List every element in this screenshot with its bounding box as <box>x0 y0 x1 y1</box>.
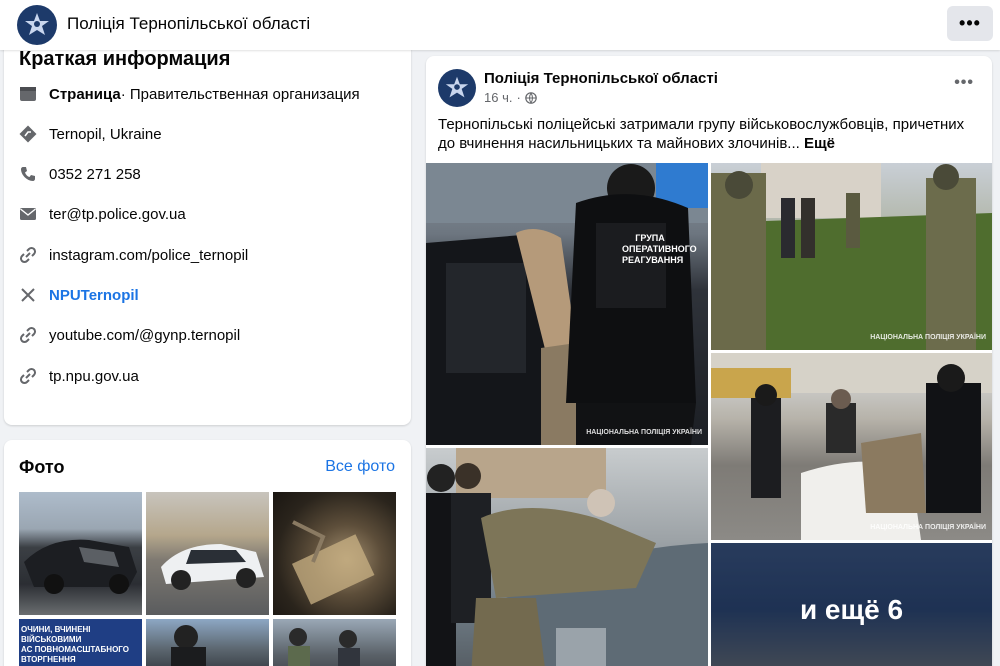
post-author-name[interactable]: Поліція Тернопільської області <box>484 70 718 87</box>
post-body: Тернопільські поліцейські затримали груп… <box>438 116 965 152</box>
vest-text: ГРУПА ОПЕРАТИВНОГО РЕАГУВАННЯ <box>622 233 697 265</box>
location-text: Ternopil, Ukraine <box>49 125 162 143</box>
globe-icon <box>525 91 537 104</box>
page-header: Поліція Тернопільської області ••• <box>0 0 1000 50</box>
post-menu-button[interactable]: ••• <box>954 74 974 92</box>
email-text[interactable]: ter@tp.police.gov.ua <box>49 206 186 223</box>
post-time-text[interactable]: 16 ч. <box>484 90 512 105</box>
photo-thumbnail[interactable] <box>146 619 269 666</box>
all-photos-link[interactable]: Все фото <box>325 458 395 476</box>
page-avatar[interactable] <box>17 5 57 45</box>
category-value: · Правительственная организация <box>120 85 360 103</box>
intro-youtube-row: youtube.com/@gynp.ternopil <box>18 323 240 347</box>
intro-title: Краткая информация <box>19 48 231 70</box>
photos-card: Фото Все фото ОЧИНИ, ВЧИНЕНІ ВІЙСЬКОВИМИ… <box>4 440 411 666</box>
more-options-button[interactable]: ••• <box>947 6 993 41</box>
photo-thumbnail[interactable] <box>19 492 142 615</box>
intro-website-row: tp.npu.gov.ua <box>18 364 139 388</box>
photos-title: Фото <box>19 457 65 477</box>
more-photos-overlay[interactable]: и ещё 6 <box>711 543 992 666</box>
intro-category-row: Страница · Правительственная организация <box>18 82 360 106</box>
post-timestamp[interactable]: 16 ч. · <box>484 90 537 105</box>
dot-separator: · <box>516 90 521 105</box>
see-more-link[interactable]: Ещё <box>804 135 835 152</box>
flag-icon <box>18 84 38 104</box>
post-photo-2[interactable]: НАЦІОНАЛЬНА ПОЛІЦІЯ УКРАЇНИ <box>711 163 992 350</box>
link-icon <box>18 245 38 265</box>
post-author-avatar[interactable] <box>438 69 476 107</box>
photo-thumbnail[interactable] <box>146 492 269 615</box>
watermark: НАЦІОНАЛЬНА ПОЛІЦІЯ УКРАЇНИ <box>870 524 986 531</box>
phone-icon <box>18 164 38 184</box>
x-handle-link[interactable]: NPUTernopil <box>49 287 139 304</box>
post-photo-3[interactable]: НАЦІОНАЛЬНА ПОЛІЦІЯ УКРАЇНИ <box>711 353 992 540</box>
intro-phone-row: 0352 271 258 <box>18 162 141 186</box>
intro-email-row: ter@tp.police.gov.ua <box>18 202 186 226</box>
category-prefix: Страница <box>49 85 121 103</box>
youtube-link[interactable]: youtube.com/@gynp.ternopil <box>49 327 240 344</box>
intro-card: Краткая информация Страница · Правительс… <box>4 40 411 425</box>
post-photo-more[interactable]: и ещё 6 <box>711 543 992 666</box>
photo-thumbnail[interactable] <box>273 619 396 666</box>
intro-instagram-row: instagram.com/police_ternopil <box>18 243 248 267</box>
photo-thumbnail[interactable]: ОЧИНИ, ВЧИНЕНІ ВІЙСЬКОВИМИ АС ПОВНОМАСШТ… <box>19 619 142 666</box>
watermark: НАЦІОНАЛЬНА ПОЛІЦІЯ УКРАЇНИ <box>870 334 986 341</box>
post-photo-4[interactable] <box>426 448 708 666</box>
police-badge-icon <box>25 13 49 35</box>
intro-location-row: Ternopil, Ukraine <box>18 122 162 146</box>
link-icon <box>18 366 38 386</box>
website-link[interactable]: tp.npu.gov.ua <box>49 368 139 385</box>
thumb-caption-line-1: ОЧИНИ, ВЧИНЕНІ ВІЙСЬКОВИМИ <box>21 625 91 644</box>
instagram-link[interactable]: instagram.com/police_ternopil <box>49 247 248 264</box>
link-icon <box>18 325 38 345</box>
post-text: Тернопільські поліцейські затримали груп… <box>438 115 983 153</box>
x-icon <box>18 285 38 305</box>
police-badge-icon <box>445 76 469 98</box>
page-title[interactable]: Поліція Тернопільської області <box>67 14 310 34</box>
watermark: НАЦІОНАЛЬНА ПОЛІЦІЯ УКРАЇНИ <box>586 429 702 436</box>
thumb-caption-line-2: АС ПОВНОМАСШТАБНОГО ВТОРГНЕННЯ <box>21 645 129 664</box>
phone-text[interactable]: 0352 271 258 <box>49 166 141 183</box>
post-photo-main[interactable]: ГРУПА ОПЕРАТИВНОГО РЕАГУВАННЯ НАЦІОНАЛЬН… <box>426 163 708 445</box>
intro-x-row: NPUTernopil <box>18 283 139 307</box>
photo-thumbnail[interactable] <box>273 492 396 615</box>
mail-icon <box>18 204 38 224</box>
post-card: Поліція Тернопільської області 16 ч. · •… <box>426 56 992 666</box>
location-icon <box>18 124 38 144</box>
